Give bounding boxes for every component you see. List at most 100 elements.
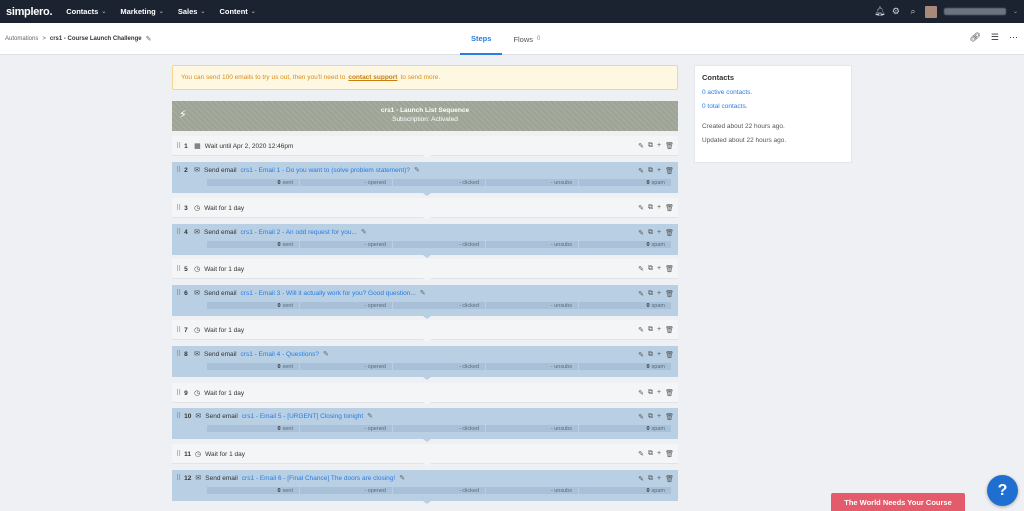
drag-handle-icon[interactable]: ⠿ [176, 474, 181, 482]
breadcrumb-root[interactable]: Automations [5, 36, 38, 42]
email-step[interactable]: ⠿ 4 ✉ Send email crs1 - Email 2 - An odd req… [172, 224, 678, 258]
edit-icon[interactable]: ✎ [638, 265, 644, 273]
add-icon[interactable]: + [657, 389, 661, 397]
wait-step[interactable]: ⠿ 9 ◷ Wait for 1 day ✎ ⧉ + 🗑︎ [172, 383, 678, 405]
email-step[interactable]: ⠿ 12 ✉ Send email crs1 - Email 6 - [Final Ch… [172, 470, 678, 504]
trash-icon[interactable]: 🗑︎ [665, 167, 674, 175]
pencil-icon[interactable]: ✎ [399, 474, 405, 482]
email-step[interactable]: ⠿ 10 ✉ Send email crs1 - Email 5 - [URGENT] … [172, 408, 678, 442]
pencil-icon[interactable]: ✎ [367, 412, 373, 420]
drag-handle-icon[interactable]: ⠿ [176, 326, 181, 334]
promo-button[interactable]: The World Needs Your Course [831, 493, 965, 511]
email-subject-link[interactable]: crs1 - Email 6 - [Final Chance] The door… [242, 475, 395, 482]
add-icon[interactable]: + [657, 290, 661, 298]
drag-handle-icon[interactable]: ⠿ [176, 450, 181, 458]
drag-handle-icon[interactable]: ⠿ [176, 389, 181, 397]
edit-icon[interactable]: ✎ [638, 290, 644, 298]
more-icon[interactable]: ⋯ [1009, 32, 1018, 43]
sequence-header[interactable]: ⚡︎ crs1 - Launch List Sequence Subscript… [172, 101, 678, 131]
wait-step[interactable]: ⠿ 7 ◷ Wait for 1 day ✎ ⧉ + 🗑︎ [172, 320, 678, 342]
add-icon[interactable]: + [657, 265, 661, 273]
edit-icon[interactable]: ✎ [638, 389, 644, 397]
add-icon[interactable]: + [657, 167, 661, 175]
trash-icon[interactable]: 🗑︎ [665, 413, 674, 421]
duplicate-icon[interactable]: ⧉ [648, 142, 653, 150]
pencil-icon[interactable]: ✎ [361, 228, 367, 236]
tab-flows[interactable]: Flows 0 [502, 23, 551, 55]
add-icon[interactable]: + [657, 475, 661, 483]
edit-icon[interactable]: ✎ [638, 413, 644, 421]
edit-icon[interactable]: ✎ [638, 167, 644, 175]
bell-icon[interactable]: 🔔︎ [874, 6, 885, 17]
gear-icon[interactable]: ⚙ [891, 6, 901, 17]
duplicate-icon[interactable]: ⧉ [648, 204, 653, 212]
add-icon[interactable]: + [657, 351, 661, 359]
wait-step[interactable]: ⠿ 11 ◷ Wait for 1 day ✎ ⧉ + 🗑︎ [172, 444, 678, 466]
duplicate-icon[interactable]: ⧉ [648, 167, 653, 175]
add-icon[interactable]: + [657, 450, 661, 458]
email-step[interactable]: ⠿ 2 ✉ Send email crs1 - Email 1 - Do you wan… [172, 162, 678, 196]
add-icon[interactable]: + [657, 142, 661, 150]
edit-icon[interactable]: ✎ [638, 351, 644, 359]
trash-icon[interactable]: 🗑︎ [665, 229, 674, 237]
nav-sales[interactable]: Sales ⌄ [178, 7, 206, 16]
nav-marketing[interactable]: Marketing ⌄ [120, 7, 163, 16]
trash-icon[interactable]: 🗑︎ [665, 142, 674, 150]
drag-handle-icon[interactable]: ⠿ [176, 166, 181, 174]
duplicate-icon[interactable]: ⧉ [648, 450, 653, 458]
trash-icon[interactable]: 🗑︎ [665, 326, 674, 334]
wait-step[interactable]: ⠿ 1 ▦ Wait until Apr 2, 2020 12:46pm ✎ ⧉ + 🗑︎ [172, 136, 678, 158]
duplicate-icon[interactable]: ⧉ [648, 475, 653, 483]
drag-handle-icon[interactable]: ⠿ [176, 289, 181, 297]
email-step[interactable]: ⠿ 6 ✉ Send email crs1 - Email 3 - Will it ac… [172, 285, 678, 319]
link-icon[interactable]: 🔗︎ [969, 32, 980, 43]
add-icon[interactable]: + [657, 229, 661, 237]
drag-handle-icon[interactable]: ⠿ [176, 204, 181, 212]
pencil-icon[interactable]: ✎ [146, 35, 152, 43]
trash-icon[interactable]: 🗑︎ [665, 265, 674, 273]
pencil-icon[interactable]: ✎ [420, 289, 426, 297]
chevron-down-icon[interactable]: ⌄ [1013, 8, 1018, 15]
search-icon[interactable]: ⌕ [908, 6, 918, 17]
email-subject-link[interactable]: crs1 - Email 5 - [URGENT] Closing tonigh… [242, 413, 363, 420]
trash-icon[interactable]: 🗑︎ [665, 204, 674, 212]
drag-handle-icon[interactable]: ⠿ [176, 228, 181, 236]
drag-handle-icon[interactable]: ⠿ [176, 142, 181, 150]
contact-support-link[interactable]: contact support [348, 74, 397, 81]
edit-icon[interactable]: ✎ [638, 475, 644, 483]
edit-icon[interactable]: ✎ [638, 450, 644, 458]
trash-icon[interactable]: 🗑︎ [665, 475, 674, 483]
nav-content[interactable]: Content ⌄ [219, 7, 255, 16]
avatar[interactable] [924, 5, 937, 18]
trash-icon[interactable]: 🗑︎ [665, 290, 674, 298]
drag-handle-icon[interactable]: ⠿ [176, 350, 181, 358]
duplicate-icon[interactable]: ⧉ [648, 413, 653, 421]
edit-icon[interactable]: ✎ [638, 326, 644, 334]
duplicate-icon[interactable]: ⧉ [648, 351, 653, 359]
logo[interactable]: simplero. [6, 6, 53, 18]
drag-handle-icon[interactable]: ⠿ [176, 265, 181, 273]
tab-steps[interactable]: Steps [460, 23, 503, 55]
email-step[interactable]: ⠿ 8 ✉ Send email crs1 - Email 4 - Questions?… [172, 346, 678, 380]
trash-icon[interactable]: 🗑︎ [665, 389, 674, 397]
active-contacts-link[interactable]: 0 active contacts. [702, 89, 844, 96]
edit-icon[interactable]: ✎ [638, 142, 644, 150]
total-contacts-link[interactable]: 0 total contacts. [702, 103, 844, 110]
drag-handle-icon[interactable]: ⠿ [176, 412, 181, 420]
help-button[interactable]: ? [987, 475, 1018, 506]
duplicate-icon[interactable]: ⧉ [648, 326, 653, 334]
email-subject-link[interactable]: crs1 - Email 3 - Will it actually work f… [241, 290, 416, 297]
email-subject-link[interactable]: crs1 - Email 2 - An odd request for you.… [241, 229, 357, 236]
wait-step[interactable]: ⠿ 3 ◷ Wait for 1 day ✎ ⧉ + 🗑︎ [172, 198, 678, 220]
trash-icon[interactable]: 🗑︎ [665, 351, 674, 359]
email-subject-link[interactable]: crs1 - Email 1 - Do you want to (solve p… [241, 167, 410, 174]
duplicate-icon[interactable]: ⧉ [648, 290, 653, 298]
edit-icon[interactable]: ✎ [638, 229, 644, 237]
username-blurred[interactable] [943, 8, 1006, 15]
duplicate-icon[interactable]: ⧉ [648, 265, 653, 273]
pencil-icon[interactable]: ✎ [323, 350, 329, 358]
add-icon[interactable]: + [657, 204, 661, 212]
email-subject-link[interactable]: crs1 - Email 4 - Questions? [241, 351, 319, 358]
add-icon[interactable]: + [657, 413, 661, 421]
sliders-icon[interactable]: ☰ [991, 32, 999, 43]
